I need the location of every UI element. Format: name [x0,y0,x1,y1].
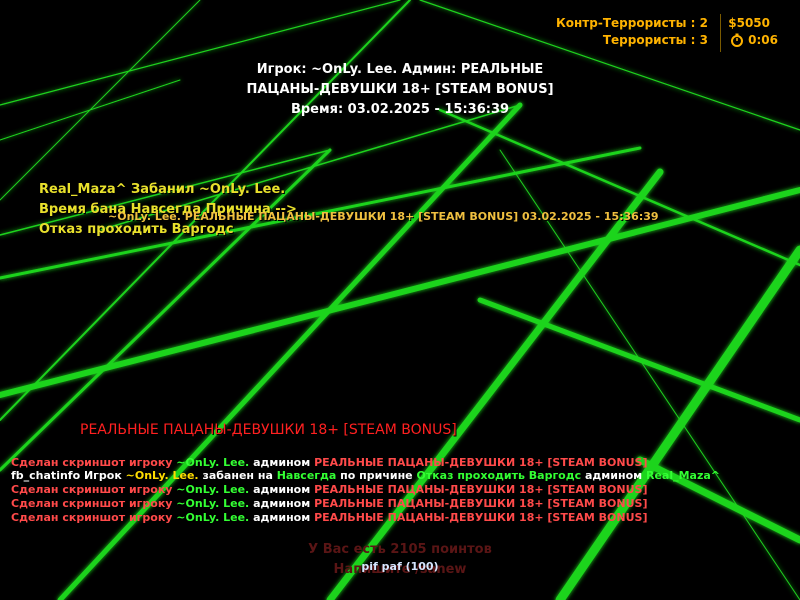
ban-notice-line1: Real_Maza^ Забанил ~OnLy. Lee. [39,182,286,197]
ct-score: Контр-Террористы : 2 [555,16,708,30]
chat-line: fb_chatinfo Игрок ~OnLy. Lee. забанен на… [11,469,721,482]
chat-line: Сделан скриншот игроку ~OnLy. Lee. админ… [11,497,648,510]
ban-notice-line3: Отказ проходить Варгодс [39,222,234,237]
chat-input[interactable]: pif paf (100) [0,560,800,573]
chat-line: Сделан скриншот игроку ~OnLy. Lee. админ… [11,483,648,496]
ban-info-line1: Игрок: ~OnLy. Lee. Админ: РЕАЛЬНЫЕ [256,62,544,77]
t-score: Террористы : 3 [602,33,708,47]
points-text: У Вас есть 2105 поинтов [308,542,492,557]
money-counter: $5050 [728,16,770,30]
hud-divider [720,14,721,52]
server-name: РЕАЛЬНЫЕ ПАЦАНЫ-ДЕВУШКИ 18+ [STEAM BONUS… [80,422,457,438]
round-timer: 0:06 [748,33,778,47]
chat-line: Сделан скриншот игроку ~OnLy. Lee. админ… [11,511,648,524]
ban-info-line3: Время: 03.02.2025 - 15:36:39 [290,102,510,117]
ban-info-line2: ПАЦАНЫ-ДЕВУШКИ 18+ [STEAM BONUS] [246,82,554,97]
stopwatch-icon [730,32,744,47]
chat-line: Сделан скриншот игроку ~OnLy. Lee. админ… [11,456,648,469]
hud-scoreboard: Контр-Террористы : 2 Террористы : 3 $505… [0,14,800,54]
